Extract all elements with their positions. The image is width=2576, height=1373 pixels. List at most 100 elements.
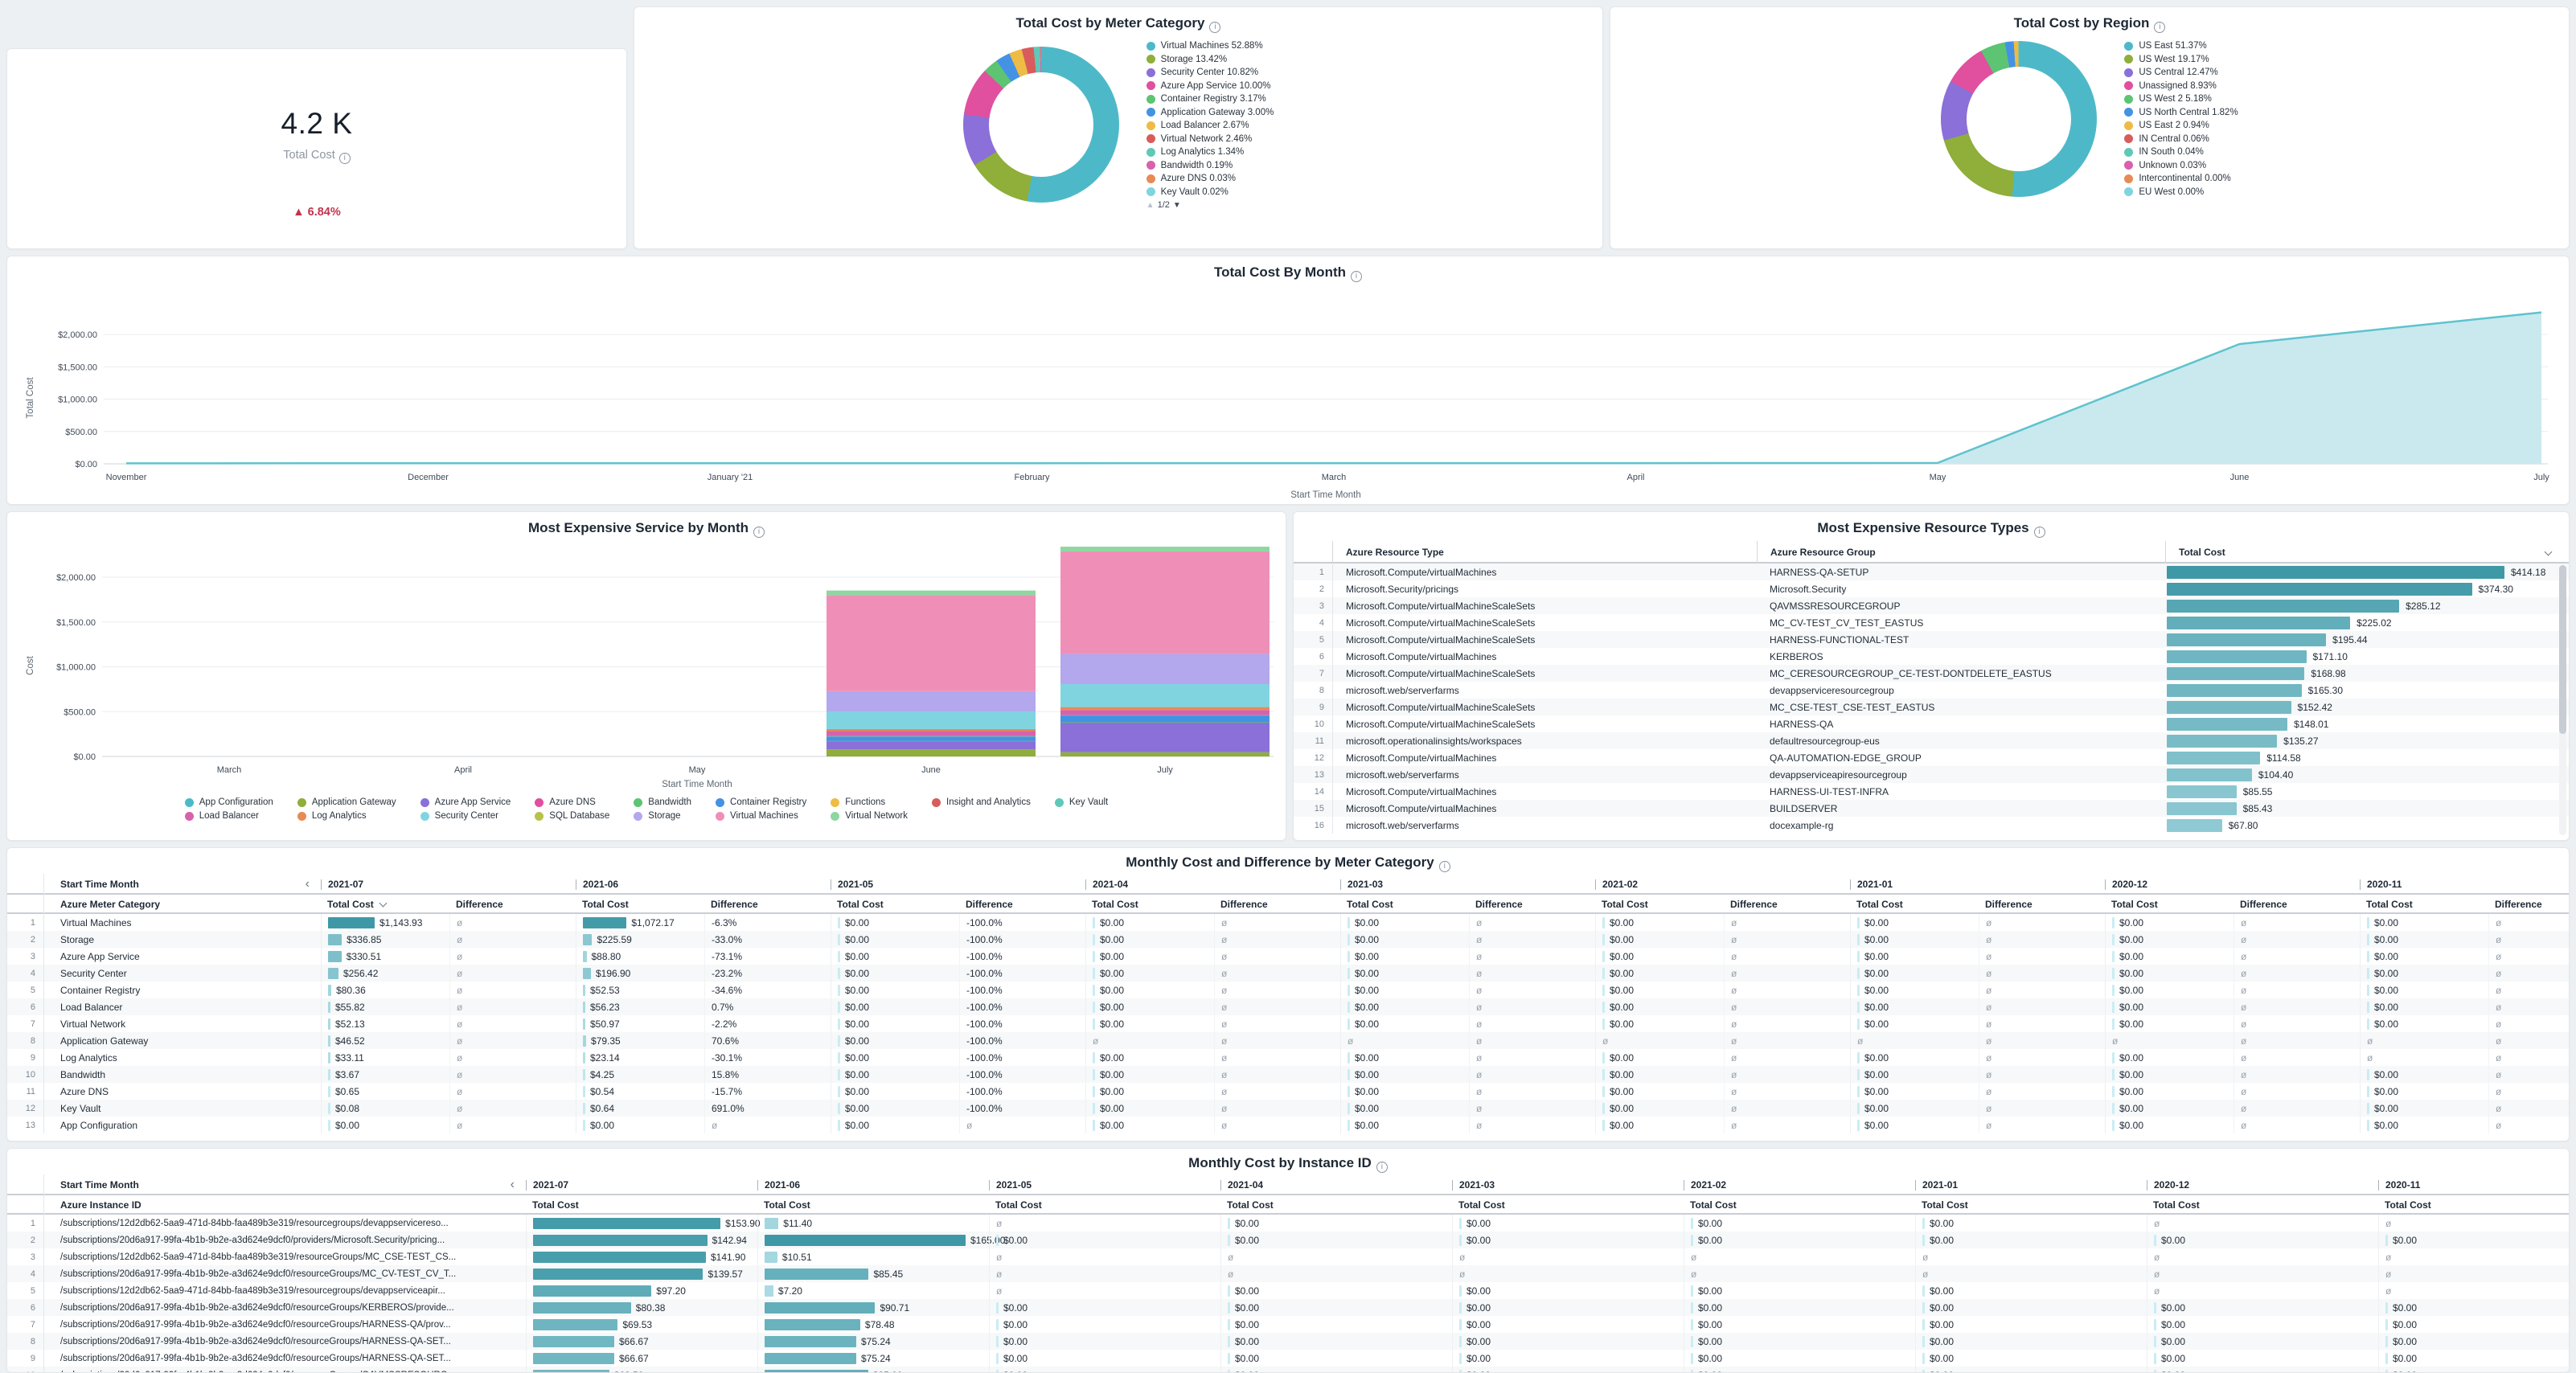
legend-dot-icon bbox=[1146, 187, 1155, 196]
table-row[interactable]: 8microsoft.web/serverfarmsdevappservicer… bbox=[1294, 682, 2569, 699]
table-row[interactable]: 2Microsoft.Security/pricingsMicrosoft.Se… bbox=[1294, 580, 2569, 597]
table-row[interactable]: 11microsoft.operationalinsights/workspac… bbox=[1294, 732, 2569, 749]
table-row[interactable]: 8Application Gateway$46.52ø$79.3570.6%$0… bbox=[7, 1032, 2569, 1049]
cost-bar bbox=[996, 1235, 999, 1246]
scroll-left-icon[interactable]: ‹ bbox=[306, 878, 310, 891]
info-icon[interactable] bbox=[339, 153, 351, 164]
legend-item: US West 2 5.18% bbox=[2124, 92, 2238, 106]
cost-bar bbox=[2167, 802, 2237, 815]
table-row[interactable]: 4Security Center$256.42ø$196.90-23.2%$0.… bbox=[7, 965, 2569, 982]
cost-bar bbox=[2167, 617, 2350, 629]
cost-bar bbox=[1857, 1120, 1860, 1131]
info-icon[interactable] bbox=[1351, 271, 1362, 282]
info-icon[interactable] bbox=[1439, 861, 1450, 872]
table-row[interactable]: 14Microsoft.Compute/virtualMachinesHARNE… bbox=[1294, 783, 2569, 800]
cost-bar bbox=[1602, 951, 1605, 962]
table-row[interactable]: 15Microsoft.Compute/virtualMachinesBUILD… bbox=[1294, 800, 2569, 817]
table-row[interactable]: 5/subscriptions/12d2db62-5aa9-471d-84bb-… bbox=[7, 1282, 2569, 1299]
month-column-header: 2021-06 bbox=[576, 879, 831, 890]
table-row[interactable]: 9Log Analytics$33.11ø$23.14-30.1%$0.00-1… bbox=[7, 1049, 2569, 1066]
cost-bar bbox=[1228, 1285, 1230, 1297]
table-row[interactable]: 10Bandwidth$3.67ø$4.2515.8%$0.00-100.0%$… bbox=[7, 1066, 2569, 1083]
info-icon[interactable] bbox=[753, 527, 765, 538]
cost-bar bbox=[1228, 1218, 1230, 1229]
page-up-icon[interactable]: ▲ bbox=[1146, 201, 1155, 210]
scrollbar-thumb[interactable] bbox=[2559, 565, 2566, 734]
legend-pager: ▲ 1/2 ▼ bbox=[1146, 200, 1274, 210]
cost-bar bbox=[2167, 633, 2326, 646]
table-row[interactable]: 5Microsoft.Compute/virtualMachineScaleSe… bbox=[1294, 631, 2569, 648]
cost-bar bbox=[1602, 985, 1605, 996]
meter-category-panel: Total Cost by Meter Category Virtual Mac… bbox=[634, 6, 1603, 249]
cost-bar bbox=[1093, 1120, 1095, 1131]
table-row[interactable]: 4/subscriptions/20d6a917-99fa-4b1b-9b2e-… bbox=[7, 1265, 2569, 1282]
cost-bar bbox=[996, 1336, 999, 1347]
table-row[interactable]: 7Microsoft.Compute/virtualMachineScaleSe… bbox=[1294, 665, 2569, 682]
table-row[interactable]: 6Load Balancer$55.82ø$56.230.7%$0.00-100… bbox=[7, 998, 2569, 1015]
table-row[interactable]: 6Microsoft.Compute/virtualMachinesKERBER… bbox=[1294, 648, 2569, 665]
svg-text:$2,000.00: $2,000.00 bbox=[56, 573, 96, 583]
table-row[interactable]: 1Virtual Machines$1,143.93ø$1,072.17-6.3… bbox=[7, 914, 2569, 931]
cost-bar bbox=[765, 1336, 856, 1347]
cost-bar bbox=[2367, 951, 2369, 962]
cost-bar bbox=[328, 1069, 330, 1080]
table-row[interactable]: 7/subscriptions/20d6a917-99fa-4b1b-9b2e-… bbox=[7, 1316, 2569, 1333]
cost-bar bbox=[2167, 566, 2504, 579]
cost-bar bbox=[1602, 1018, 1605, 1030]
table-row[interactable]: 1Microsoft.Compute/virtualMachinesHARNES… bbox=[1294, 564, 2569, 580]
table-row[interactable]: 5Container Registry$80.36ø$52.53-34.6%$0… bbox=[7, 982, 2569, 998]
legend-dot-icon bbox=[185, 798, 194, 807]
table-row[interactable]: 9Microsoft.Compute/virtualMachineScaleSe… bbox=[1294, 699, 2569, 715]
table-row[interactable]: 2Storage$336.85ø$225.59-33.0%$0.00-100.0… bbox=[7, 931, 2569, 948]
legend-dot-icon bbox=[831, 798, 839, 807]
table-row[interactable]: 7Virtual Network$52.13ø$50.97-2.2%$0.00-… bbox=[7, 1015, 2569, 1032]
cost-bar bbox=[1602, 934, 1605, 945]
cost-bar bbox=[583, 1103, 585, 1114]
cost-bar bbox=[2385, 1319, 2388, 1330]
cost-bar bbox=[328, 1103, 330, 1114]
scrollbar[interactable] bbox=[2559, 565, 2566, 835]
cost-bar bbox=[2167, 785, 2237, 798]
difference-header: Difference bbox=[2488, 899, 2570, 910]
table-row[interactable]: 6/subscriptions/20d6a917-99fa-4b1b-9b2e-… bbox=[7, 1299, 2569, 1316]
table-row[interactable]: 3Microsoft.Compute/virtualMachineScaleSe… bbox=[1294, 597, 2569, 614]
table-row[interactable]: 3Azure App Service$330.51ø$88.80-73.1%$0… bbox=[7, 948, 2569, 965]
scroll-left-icon[interactable]: ‹ bbox=[511, 1178, 515, 1191]
page-down-icon[interactable]: ▼ bbox=[1173, 201, 1181, 210]
page-indicator: 1/2 bbox=[1158, 200, 1170, 210]
table-row[interactable]: 2/subscriptions/20d6a917-99fa-4b1b-9b2e-… bbox=[7, 1232, 2569, 1248]
table-row[interactable]: 9/subscriptions/20d6a917-99fa-4b1b-9b2e-… bbox=[7, 1350, 2569, 1367]
table-row[interactable]: 16microsoft.web/serverfarmsdocexample-rg… bbox=[1294, 817, 2569, 834]
table-row[interactable]: 13microsoft.web/serverfarmsdevappservice… bbox=[1294, 766, 2569, 783]
table-row[interactable]: 8/subscriptions/20d6a917-99fa-4b1b-9b2e-… bbox=[7, 1333, 2569, 1350]
table-row[interactable]: 12Key Vault$0.08ø$0.64691.0%$0.00-100.0%… bbox=[7, 1100, 2569, 1117]
cost-bar bbox=[1922, 1370, 1925, 1373]
table-row[interactable]: 11Azure DNS$0.65ø$0.54-15.7%$0.00-100.0%… bbox=[7, 1083, 2569, 1100]
cost-bar bbox=[2367, 1120, 2369, 1131]
info-icon[interactable] bbox=[2154, 22, 2165, 33]
difference-header: Difference bbox=[1469, 899, 1595, 910]
table-row[interactable]: 10Microsoft.Compute/virtualMachineScaleS… bbox=[1294, 715, 2569, 732]
legend-item: Container Registry bbox=[716, 797, 806, 807]
table-row[interactable]: 1/subscriptions/12d2db62-5aa9-471d-84bb-… bbox=[7, 1215, 2569, 1232]
info-icon[interactable] bbox=[1376, 1162, 1388, 1173]
total-cost-header: Total Cost bbox=[2147, 1199, 2378, 1211]
total-cost-header[interactable]: Total Cost bbox=[321, 899, 449, 910]
legend-item: Load Balancer bbox=[185, 811, 273, 821]
legend-item: Virtual Network bbox=[831, 811, 908, 821]
table-row[interactable]: 3/subscriptions/12d2db62-5aa9-471d-84bb-… bbox=[7, 1248, 2569, 1265]
info-icon[interactable] bbox=[2034, 527, 2045, 538]
table-row[interactable]: 12Microsoft.Compute/virtualMachinesQA-AU… bbox=[1294, 749, 2569, 766]
legend-dot-icon bbox=[716, 798, 724, 807]
legend-item: Application Gateway 3.00% bbox=[1146, 106, 1274, 120]
column-header-total-cost[interactable]: Total Cost bbox=[2165, 541, 2569, 564]
cost-bar bbox=[2112, 1002, 2115, 1013]
table-row[interactable]: 10/subscriptions/20d6a917-99fa-4b1b-9b2e… bbox=[7, 1367, 2569, 1373]
info-icon[interactable] bbox=[1209, 22, 1220, 33]
sort-icon[interactable] bbox=[379, 900, 387, 908]
month-column-header: 2021-03 bbox=[1340, 879, 1595, 890]
cost-bar bbox=[583, 1002, 585, 1013]
legend-item: Key Vault bbox=[1055, 797, 1108, 807]
table-row[interactable]: 4Microsoft.Compute/virtualMachineScaleSe… bbox=[1294, 614, 2569, 631]
table-row[interactable]: 13App Configuration$0.00ø$0.00ø$0.00ø$0.… bbox=[7, 1117, 2569, 1133]
